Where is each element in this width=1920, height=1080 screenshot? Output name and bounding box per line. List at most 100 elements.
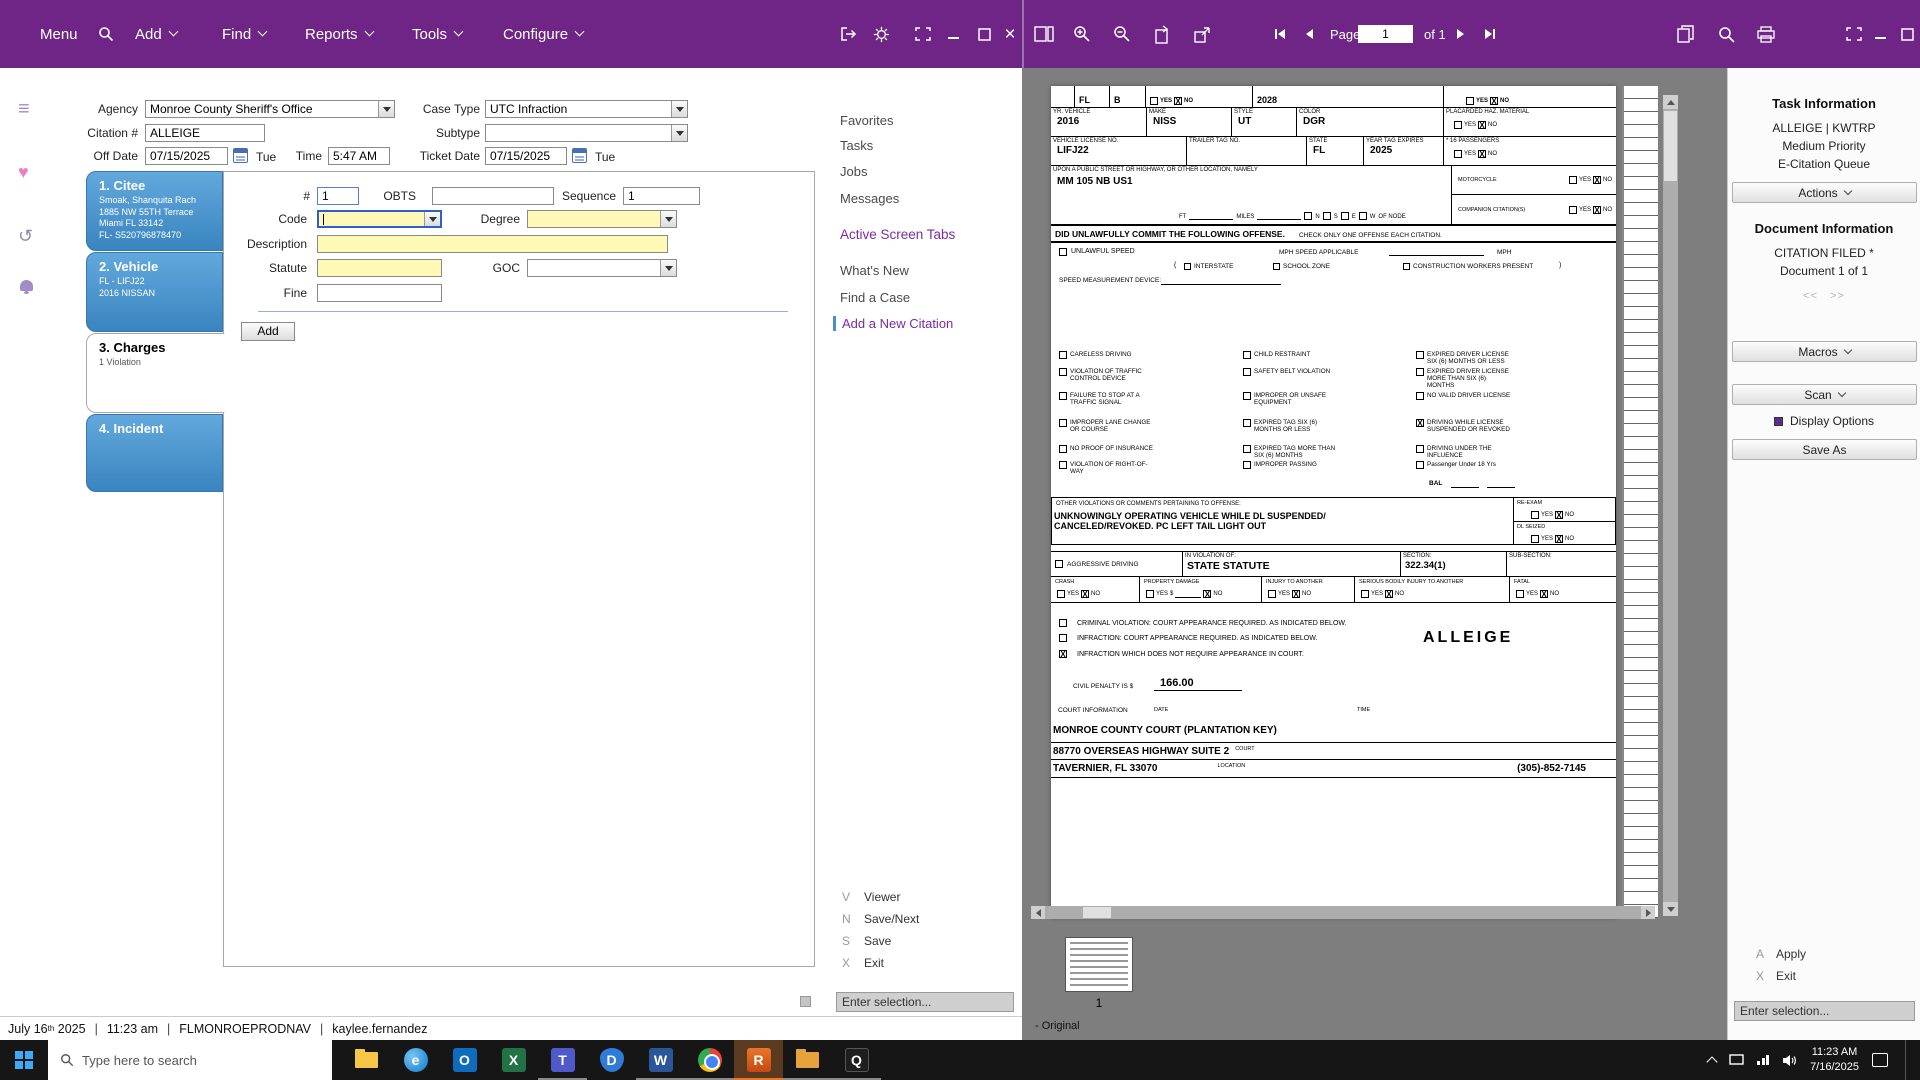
last-page-icon[interactable]: [1478, 0, 1500, 68]
notification-center-icon[interactable]: [1872, 1053, 1888, 1067]
code-dropdown[interactable]: [317, 210, 442, 228]
favorites-heart-icon[interactable]: ♥: [18, 162, 29, 183]
command-input[interactable]: [1734, 1001, 1915, 1021]
taskbar-clock[interactable]: 11:23 AM 7/16/2025: [1810, 1045, 1859, 1075]
prev-document-icon[interactable]: <<: [1803, 290, 1818, 302]
tab-incident[interactable]: 4. Incident: [86, 414, 223, 492]
sidebar-item-tasks[interactable]: Tasks: [840, 138, 873, 153]
sequence-input[interactable]: 1: [623, 187, 700, 205]
goc-dropdown[interactable]: [527, 259, 677, 277]
menu-button[interactable]: Menu: [40, 0, 78, 68]
scroll-right-button[interactable]: [1641, 906, 1655, 919]
list-icon[interactable]: ≡: [18, 98, 30, 121]
taskbar-defender-icon[interactable]: D: [587, 1040, 636, 1080]
viewer-fullscreen-icon[interactable]: [1842, 0, 1866, 68]
charge-number-input[interactable]: 1: [317, 187, 359, 205]
taskbar-file-explorer-icon[interactable]: [342, 1040, 391, 1080]
dropdown-arrow-icon[interactable]: [660, 260, 676, 276]
shortcut-exit[interactable]: Exit: [864, 956, 884, 970]
tab-charges[interactable]: 3. Charges 1 Violation: [86, 333, 225, 413]
scroll-up-button[interactable]: [1663, 95, 1678, 109]
speaker-icon[interactable]: [1782, 1054, 1797, 1067]
search-icon[interactable]: [94, 0, 118, 68]
calendar-icon[interactable]: [572, 148, 587, 163]
time-input[interactable]: 5:47 AM: [328, 147, 390, 165]
citation-number-input[interactable]: ALLEIGE: [145, 124, 265, 142]
vertical-scrollbar[interactable]: [1663, 95, 1678, 916]
bell-icon[interactable]: [20, 280, 33, 291]
sidebar-item-find-a-case[interactable]: Find a Case: [840, 290, 910, 305]
add-charge-button[interactable]: Add: [241, 322, 295, 341]
obts-input[interactable]: [432, 187, 554, 205]
save-as-button[interactable]: Save As: [1732, 439, 1917, 460]
agency-dropdown[interactable]: Monroe County Sheriff's Office: [145, 100, 395, 118]
scroll-down-button[interactable]: [1663, 902, 1678, 916]
calendar-icon[interactable]: [233, 148, 248, 163]
export-icon[interactable]: [1188, 0, 1216, 68]
viewer-maximize-icon[interactable]: [1896, 0, 1918, 68]
menu-find[interactable]: Find: [222, 0, 266, 68]
display-options[interactable]: Display Options: [1728, 414, 1920, 428]
next-page-icon[interactable]: [1450, 0, 1472, 68]
history-icon[interactable]: ↺: [18, 226, 33, 247]
ticket-date-input[interactable]: 07/15/2025: [485, 147, 567, 165]
taskbar-records-app-icon[interactable]: R: [734, 1040, 783, 1080]
taskbar-outlook-icon[interactable]: O: [440, 1040, 489, 1080]
statute-input[interactable]: [317, 259, 442, 277]
shortcut-viewer[interactable]: Viewer: [864, 890, 900, 904]
resize-grip[interactable]: [800, 996, 811, 1007]
taskbar-teams-icon[interactable]: T: [538, 1040, 587, 1080]
zoom-in-icon[interactable]: [1068, 0, 1096, 68]
dropdown-arrow-icon[interactable]: [424, 212, 440, 226]
page-number-input[interactable]: [1358, 25, 1413, 43]
case-type-dropdown[interactable]: UTC Infraction: [485, 100, 688, 118]
degree-dropdown[interactable]: [527, 210, 677, 228]
network-signal-icon[interactable]: [1757, 1055, 1769, 1065]
dropdown-arrow-icon[interactable]: [378, 101, 394, 117]
sidebar-item-favorites[interactable]: Favorites: [840, 113, 893, 128]
page-thumbnail[interactable]: [1065, 937, 1133, 992]
menu-reports[interactable]: Reports: [305, 0, 373, 68]
command-input[interactable]: [836, 992, 1014, 1012]
copy-pages-icon[interactable]: [1672, 0, 1700, 68]
menu-configure[interactable]: Configure: [503, 0, 583, 68]
search-document-icon[interactable]: [1712, 0, 1740, 68]
tab-vehicle[interactable]: 2. Vehicle FL - LIFJ22 2016 NISSAN: [86, 252, 223, 332]
menu-add[interactable]: Add: [135, 0, 177, 68]
taskbar-excel-icon[interactable]: X: [489, 1040, 538, 1080]
document-pager[interactable]: << >>: [1728, 290, 1920, 302]
taskbar-chrome-icon[interactable]: [685, 1040, 734, 1080]
sidebar-item-jobs[interactable]: Jobs: [840, 164, 867, 179]
monitor-icon[interactable]: [1729, 1054, 1744, 1066]
previous-page-icon[interactable]: [1298, 0, 1320, 68]
sign-out-icon[interactable]: [836, 0, 862, 68]
shortcut-exit[interactable]: Exit: [1776, 969, 1796, 983]
description-input[interactable]: [317, 235, 668, 253]
fullscreen-icon[interactable]: [910, 0, 936, 68]
sidebar-item-add-new-citation[interactable]: Add a New Citation: [842, 316, 953, 331]
menu-tools[interactable]: Tools: [412, 0, 462, 68]
print-icon[interactable]: [1752, 0, 1780, 68]
scan-button[interactable]: Scan: [1732, 384, 1917, 405]
gear-icon[interactable]: [868, 0, 894, 68]
macros-button[interactable]: Macros: [1732, 341, 1917, 362]
viewer-minimize-icon[interactable]: [1870, 0, 1892, 68]
fine-input[interactable]: [317, 284, 442, 302]
taskbar-files-folder-icon[interactable]: [783, 1040, 832, 1080]
dropdown-arrow-icon[interactable]: [660, 211, 676, 227]
subtype-dropdown[interactable]: [485, 124, 688, 142]
tab-citee[interactable]: 1. Citee Smoak, Shanquita Rach 1885 NW 5…: [86, 171, 223, 251]
scrollbar-thumb[interactable]: [1083, 907, 1111, 918]
scrollbar-thumb[interactable]: [1664, 111, 1677, 181]
show-desktop-button[interactable]: [1905, 1040, 1910, 1080]
off-date-input[interactable]: 07/15/2025: [145, 147, 228, 165]
rotate-page-icon[interactable]: [1148, 0, 1176, 68]
taskbar-word-icon[interactable]: W: [636, 1040, 685, 1080]
zoom-out-icon[interactable]: [1108, 0, 1136, 68]
sidebar-item-messages[interactable]: Messages: [840, 191, 899, 206]
actions-button[interactable]: Actions: [1732, 182, 1917, 203]
layout-panels-icon[interactable]: [1030, 0, 1058, 68]
close-icon[interactable]: ×: [998, 0, 1022, 68]
first-page-icon[interactable]: [1270, 0, 1292, 68]
taskbar-q-app-icon[interactable]: Q: [832, 1040, 881, 1080]
